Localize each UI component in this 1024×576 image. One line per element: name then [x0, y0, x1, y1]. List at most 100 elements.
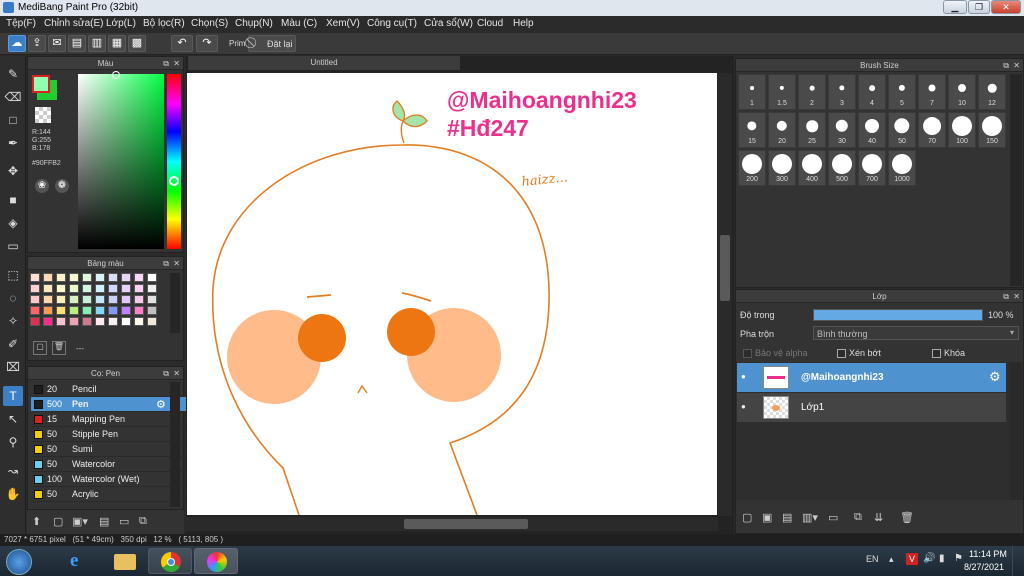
brush-size-option[interactable]: 200: [738, 150, 766, 186]
close-panel-icon[interactable]: ✕: [1013, 290, 1020, 303]
palette-swatch[interactable]: [134, 317, 144, 326]
menu-layer[interactable]: Lớp(L): [106, 18, 136, 29]
trash-icon[interactable]: 🗑: [52, 341, 66, 355]
select-pen-icon[interactable]: ✐: [3, 334, 23, 354]
layer-row-handle[interactable]: ● @Maihoangnhi23 ⚙: [737, 363, 1006, 392]
lasso-tool-icon[interactable]: ◌: [3, 288, 23, 308]
undock-icon[interactable]: ⧉: [163, 257, 169, 270]
palette-swatch[interactable]: [121, 306, 131, 315]
menu-tools[interactable]: Công cụ(T): [367, 18, 417, 29]
palette-swatch[interactable]: [56, 317, 66, 326]
close-panel-icon[interactable]: ✕: [1013, 59, 1020, 72]
chat-icon[interactable]: ▤: [68, 35, 86, 52]
sv-cursor[interactable]: [112, 71, 120, 79]
opacity-slider[interactable]: [813, 309, 983, 321]
brush-options-icon[interactable]: ▣▾: [72, 515, 88, 528]
palette-swatch[interactable]: [95, 306, 105, 315]
color-palette-icon[interactable]: ❁: [55, 179, 69, 193]
network-icon[interactable]: ▮: [939, 553, 945, 564]
palette-swatch[interactable]: [69, 284, 79, 293]
undo-button[interactable]: ↶: [171, 35, 193, 52]
palette-swatch[interactable]: [121, 295, 131, 304]
menu-help[interactable]: Help: [513, 18, 534, 29]
show-desktop-button[interactable]: [1012, 546, 1024, 576]
medibang-taskbar-icon[interactable]: [194, 548, 238, 574]
undock-icon[interactable]: ⧉: [163, 367, 169, 380]
brush-size-option[interactable]: 12: [978, 74, 1006, 110]
select-tool-icon[interactable]: ⬚: [3, 265, 23, 285]
brush-size-option[interactable]: 40: [858, 112, 886, 148]
duplicate-icon[interactable]: ⧉: [139, 515, 147, 528]
foreground-color-swatch[interactable]: [32, 75, 50, 93]
move-tool-icon[interactable]: ✥: [3, 161, 23, 181]
palette-swatch[interactable]: [147, 284, 157, 293]
folder-icon[interactable]: ▭: [119, 515, 129, 528]
volume-icon[interactable]: 🔊: [923, 553, 935, 564]
gradient-tool-icon[interactable]: ▭: [3, 236, 23, 256]
file-explorer-icon[interactable]: [103, 548, 147, 574]
palette-swatch[interactable]: [134, 284, 144, 293]
palette-swatch[interactable]: [147, 306, 157, 315]
blend-mode-select[interactable]: Bình thường ▾: [813, 326, 1019, 340]
palette-swatch[interactable]: [95, 295, 105, 304]
gear-icon[interactable]: ⚙: [989, 369, 1001, 385]
palette-swatch[interactable]: [108, 284, 118, 293]
brush-size-option[interactable]: 30: [828, 112, 856, 148]
palette-swatch[interactable]: [43, 295, 53, 304]
layer-row-lop1[interactable]: ● Lớp1: [737, 393, 1006, 422]
start-button-icon[interactable]: [6, 549, 32, 575]
brush-size-option[interactable]: 20: [768, 112, 796, 148]
brush-size-option[interactable]: 10: [948, 74, 976, 110]
menu-cloud[interactable]: Cloud: [477, 18, 503, 29]
brush-size-option[interactable]: 50: [888, 112, 916, 148]
palette-swatch[interactable]: [43, 306, 53, 315]
brush-size-option[interactable]: 100: [948, 112, 976, 148]
palette-swatch[interactable]: [134, 295, 144, 304]
new-layer-icon[interactable]: ▢: [742, 511, 752, 524]
layer-scrollbar[interactable]: [1010, 362, 1022, 500]
palette-swatch[interactable]: [82, 295, 92, 304]
brush-size-option[interactable]: 5: [888, 74, 916, 110]
palette-swatch[interactable]: [30, 284, 40, 293]
text-tool-icon[interactable]: T: [3, 386, 23, 406]
new-halftone-layer-icon[interactable]: ▣: [762, 511, 772, 524]
palette-swatch[interactable]: [134, 273, 144, 282]
brush-size-scrollbar[interactable]: [1010, 74, 1022, 286]
menu-snap[interactable]: Chụp(N): [235, 18, 273, 29]
palette-swatch[interactable]: [147, 273, 157, 282]
clock-time[interactable]: 11:14 PM: [969, 549, 1007, 559]
tiles-icon[interactable]: ▩: [128, 35, 146, 52]
new-palette-icon[interactable]: ▢: [33, 341, 47, 355]
saturation-value-picker[interactable]: [78, 71, 164, 249]
color-wheel-icon[interactable]: ❀: [35, 179, 49, 193]
new-1bit-layer-icon[interactable]: ▤: [782, 511, 792, 524]
palette-swatch[interactable]: [82, 284, 92, 293]
restore-button[interactable]: ❐: [968, 0, 990, 14]
h-scroll-thumb[interactable]: [404, 519, 528, 529]
brush-tool-icon[interactable]: ✎: [3, 64, 23, 84]
menu-window[interactable]: Cửa sổ(W): [424, 18, 473, 29]
grid-icon[interactable]: ▦: [108, 35, 126, 52]
brush-size-option[interactable]: 7: [918, 74, 946, 110]
protect-alpha-checkbox[interactable]: [743, 349, 752, 358]
internet-explorer-icon[interactable]: e: [58, 548, 102, 574]
close-panel-icon[interactable]: ✕: [173, 257, 180, 270]
hand-tool-icon[interactable]: ✋: [3, 484, 23, 504]
eye-icon[interactable]: ●: [741, 402, 746, 411]
palette-swatch[interactable]: [121, 273, 131, 282]
reset-button[interactable]: ⃠ Đặt lại: [248, 35, 296, 52]
menu-color[interactable]: Màu (C): [281, 18, 317, 29]
menu-edit[interactable]: Chỉnh sửa(E): [44, 18, 104, 29]
brush-size-option[interactable]: 500: [828, 150, 856, 186]
close-panel-icon[interactable]: ✕: [173, 57, 180, 70]
v-scroll-thumb[interactable]: [720, 235, 730, 301]
brush-size-option[interactable]: 300: [768, 150, 796, 186]
clipping-checkbox[interactable]: [837, 349, 846, 358]
palette-swatch[interactable]: [121, 317, 131, 326]
cloud-icon[interactable]: ☁: [8, 35, 26, 52]
hue-cursor[interactable]: [169, 176, 179, 186]
brush-size-option[interactable]: 4: [858, 74, 886, 110]
brush-size-option[interactable]: 70: [918, 112, 946, 148]
menu-select[interactable]: Chọn(S): [191, 18, 228, 29]
select-eraser-icon[interactable]: ⌧: [3, 357, 23, 377]
